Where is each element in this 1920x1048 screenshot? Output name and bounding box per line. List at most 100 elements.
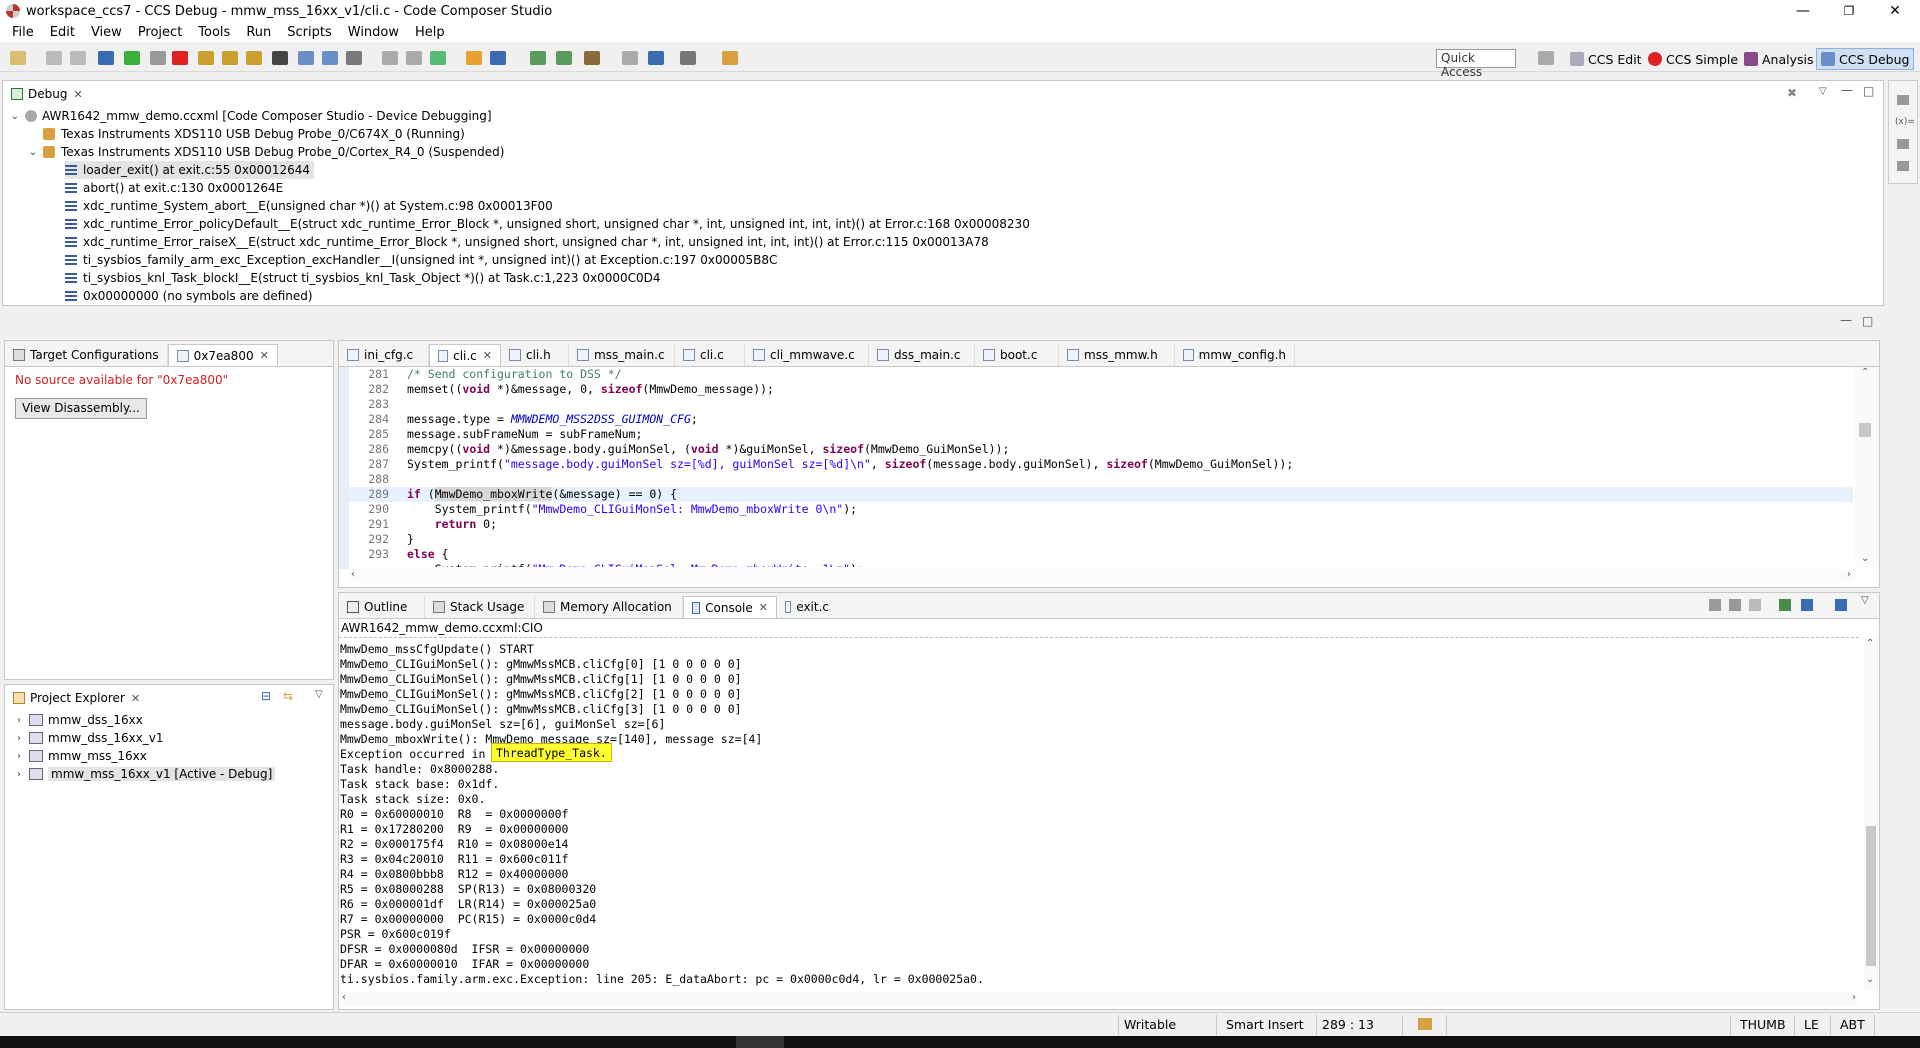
quick-access-input[interactable]: Quick Access <box>1436 49 1516 79</box>
menu-view[interactable]: View <box>83 25 130 40</box>
project-item[interactable]: › mmw_dss_16xx <box>13 711 143 729</box>
editor-tab[interactable]: dss_main.c <box>869 344 975 366</box>
pin-console-icon[interactable] <box>1779 599 1791 611</box>
stack-frame-row[interactable]: xdc_runtime_Error_policyDefault__E(struc… <box>65 215 1030 233</box>
collapse-icon[interactable]: ⌄ <box>9 111 21 122</box>
prev-annotation-icon[interactable] <box>556 51 572 65</box>
menu-scripts[interactable]: Scripts <box>279 25 339 40</box>
project-item-active[interactable]: › mmw_mss_16xx_v1 [Active - Debug] <box>13 765 276 783</box>
scroll-down-icon[interactable]: ⌄ <box>1861 553 1869 564</box>
scroll-left-icon[interactable]: ‹ <box>342 992 346 1003</box>
editor-tab[interactable]: cli_mmwave.c <box>745 344 869 366</box>
expressions-icon[interactable]: (x)= <box>1895 117 1915 127</box>
clear-console-icon[interactable] <box>1709 599 1721 611</box>
scroll-right-icon[interactable]: › <box>1847 569 1851 580</box>
build-icon[interactable] <box>466 51 482 65</box>
open-perspective-icon[interactable] <box>1538 51 1554 65</box>
grid-icon[interactable] <box>272 51 288 65</box>
stack-frame-row[interactable]: 0x00000000 (no symbols are defined) <box>65 287 313 305</box>
stack-frame-row[interactable]: ti_sysbios_knl_Task_blockI__E(struct ti_… <box>65 269 661 287</box>
scroll-down-icon[interactable]: ⌄ <box>1866 974 1874 985</box>
load-program-icon[interactable] <box>430 51 446 65</box>
step-into-icon[interactable] <box>198 51 214 65</box>
collapse-icon[interactable]: ⌄ <box>27 147 39 158</box>
tab-outline[interactable]: Outline <box>339 596 425 618</box>
disconnect-icon[interactable] <box>406 51 422 65</box>
search-icon[interactable] <box>648 51 664 65</box>
close-icon[interactable]: ✕ <box>260 349 269 362</box>
close-icon[interactable]: ✕ <box>131 692 140 705</box>
expand-icon[interactable]: › <box>13 733 25 744</box>
stack-frame-row[interactable]: xdc_runtime_Error_raiseX__E(struct xdc_r… <box>65 233 989 251</box>
save-all-icon[interactable] <box>70 51 86 65</box>
scroll-right-icon[interactable]: › <box>1852 992 1856 1003</box>
reset-icon[interactable] <box>322 51 338 65</box>
suspend-icon[interactable] <box>150 51 166 65</box>
tab-project-explorer[interactable]: Project Explorer ✕ <box>5 687 148 709</box>
step-over-icon[interactable] <box>222 51 238 65</box>
minimize-view-icon[interactable]: — <box>1841 83 1853 97</box>
project-item[interactable]: › mmw_mss_16xx <box>13 747 147 765</box>
scroll-up-icon[interactable]: ⌃ <box>1861 367 1869 378</box>
pin-icon[interactable] <box>722 51 738 65</box>
settings-icon[interactable] <box>680 51 696 65</box>
perspective-ccs-edit[interactable]: CCS Edit <box>1566 48 1646 70</box>
connect-icon[interactable] <box>346 51 362 65</box>
editor-tab[interactable]: mmw_config.h <box>1175 344 1295 366</box>
menu-tools[interactable]: Tools <box>190 25 238 40</box>
expand-icon[interactable]: › <box>13 715 25 726</box>
perspective-analysis[interactable]: Analysis <box>1740 48 1818 70</box>
tab-exit-c[interactable]: exit.c <box>777 596 837 618</box>
stack-frame-row[interactable]: ti_sysbios_family_arm_exc_Exception_excH… <box>65 251 777 269</box>
maximize-editor-icon[interactable]: □ <box>1862 314 1873 328</box>
scrollbar-thumb[interactable] <box>1866 826 1876 966</box>
instruction-step-icon[interactable] <box>298 51 314 65</box>
editor-horizontal-scrollbar[interactable]: ‹ › <box>349 569 1855 583</box>
window-icon[interactable] <box>622 51 638 65</box>
stack-frame-row[interactable]: abort() at exit.c:130 0x0001264E <box>65 179 283 197</box>
scroll-up-icon[interactable]: ⌃ <box>1866 638 1874 649</box>
taskbar-app-icon[interactable] <box>736 1036 784 1048</box>
terminate-icon[interactable] <box>172 51 188 65</box>
display-console-icon[interactable] <box>1801 599 1813 611</box>
stack-frame-row[interactable]: xdc_runtime_System_abort__E(unsigned cha… <box>65 197 553 215</box>
editor-tab-active[interactable]: cli.c ✕ <box>429 344 501 366</box>
minimize-editor-icon[interactable]: — <box>1840 313 1852 327</box>
code-area[interactable]: 281/* Send configuration to DSS */ 282 me… <box>349 367 1853 567</box>
stack-frame-row[interactable]: loader_exit() at exit.c:55 0x00012644 <box>65 161 314 179</box>
restore-button[interactable]: ❐ <box>1826 0 1872 22</box>
tab-memory-allocation[interactable]: Memory Allocation <box>535 596 683 618</box>
tab-target-configurations[interactable]: Target Configurations <box>5 344 168 366</box>
remove-all-icon[interactable]: ✖ <box>1787 86 1797 100</box>
tab-console[interactable]: Console ✕ <box>683 596 777 618</box>
scroll-left-icon[interactable]: ‹ <box>351 569 355 580</box>
menu-help[interactable]: Help <box>407 25 453 40</box>
editor-tab[interactable]: cli.c <box>675 344 745 366</box>
close-icon[interactable]: ✕ <box>759 601 768 614</box>
link-editor-icon[interactable]: ⇆ <box>283 689 293 703</box>
editor-tab[interactable]: boot.c <box>975 344 1059 366</box>
menu-project[interactable]: Project <box>130 25 190 40</box>
menu-run[interactable]: Run <box>238 25 279 40</box>
scrollbar-thumb[interactable] <box>1859 423 1871 437</box>
save-icon[interactable] <box>46 51 62 65</box>
word-wrap-icon[interactable] <box>1749 599 1761 611</box>
flash-icon[interactable] <box>490 51 506 65</box>
close-icon[interactable]: ✕ <box>483 349 492 362</box>
expand-icon[interactable]: › <box>13 769 25 780</box>
tab-0x7ea800[interactable]: 0x7ea800 ✕ <box>167 344 278 366</box>
registers-icon[interactable] <box>1897 139 1909 149</box>
tree-row-cortex[interactable]: ⌄ Texas Instruments XDS110 USB Debug Pro… <box>27 143 505 161</box>
new-icon[interactable] <box>10 51 26 65</box>
close-button[interactable]: ✕ <box>1872 0 1918 22</box>
perspective-ccs-debug[interactable]: CCS Debug <box>1816 48 1915 70</box>
console-horizontal-scrollbar[interactable]: ‹ › <box>340 992 1860 1006</box>
open-console-icon[interactable] <box>1835 599 1847 611</box>
breakpoint-icon[interactable] <box>382 51 398 65</box>
variables-icon[interactable] <box>1897 95 1909 105</box>
tree-row-c674x[interactable]: Texas Instruments XDS110 USB Debug Probe… <box>43 125 465 143</box>
perspective-ccs-simple[interactable]: CCS Simple <box>1644 48 1742 70</box>
editor-tab[interactable]: ini_cfg.c <box>339 344 429 366</box>
view-menu-icon[interactable]: ▽ <box>1819 86 1827 97</box>
collapse-all-icon[interactable]: ⊟ <box>261 689 271 703</box>
